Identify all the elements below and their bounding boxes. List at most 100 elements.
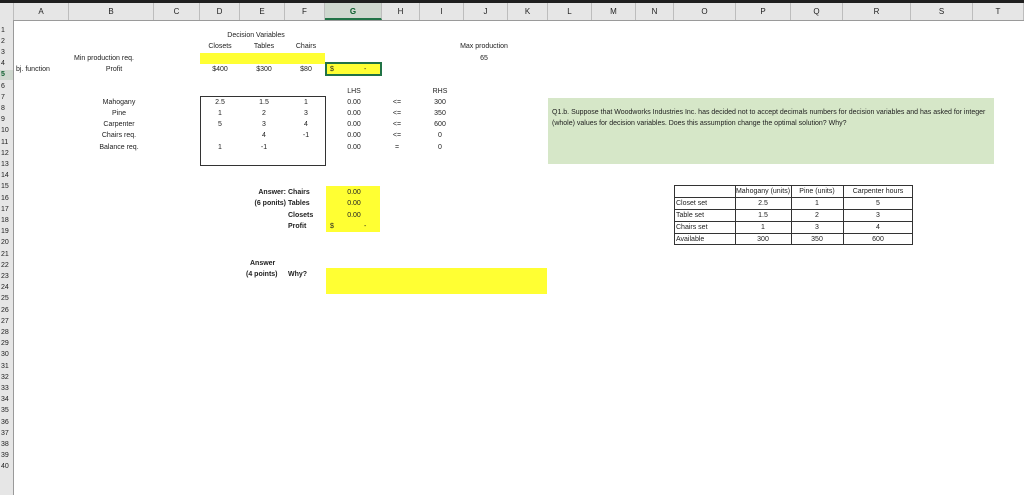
coef-closets: 2.5 — [215, 99, 225, 106]
column-header-s[interactable]: S — [911, 3, 973, 20]
row-header[interactable]: 25 — [0, 294, 13, 304]
column-header-p[interactable]: P — [736, 3, 791, 20]
table-cell: 600 — [872, 236, 884, 243]
sheet-grid[interactable]: Decision Variables Closets Tables Chairs… — [14, 21, 1024, 495]
row-header[interactable]: 21 — [0, 250, 13, 260]
row-header[interactable]: 1 — [0, 26, 13, 36]
column-header-o[interactable]: O — [674, 3, 736, 20]
constraint-sign: <= — [392, 121, 402, 128]
table-row-label: Table set — [676, 212, 705, 219]
objective-dollar: $ — [330, 66, 334, 73]
answer-profit-label: Profit — [288, 223, 307, 230]
row-header[interactable]: 40 — [0, 462, 13, 472]
column-header-h[interactable]: H — [382, 3, 420, 20]
column-header-f[interactable]: F — [285, 3, 325, 20]
row-header[interactable]: 22 — [0, 261, 13, 271]
row-header[interactable]: 6 — [0, 82, 13, 92]
min-production-input[interactable] — [200, 53, 325, 64]
row-header[interactable]: 7 — [0, 93, 13, 103]
row-header[interactable]: 26 — [0, 306, 13, 316]
row-header[interactable]: 3 — [0, 48, 13, 58]
row-header[interactable]: 12 — [0, 149, 13, 159]
coef-tables: 4 — [262, 132, 266, 139]
table-header: Mahogany (units) — [735, 188, 791, 195]
points-4-label: (4 points) — [246, 271, 278, 278]
price-closets: $400 — [212, 66, 228, 73]
row-header[interactable]: 34 — [0, 395, 13, 405]
row-header[interactable]: 8 — [0, 104, 13, 114]
column-header-n[interactable]: N — [636, 3, 674, 20]
column-header-q[interactable]: Q — [791, 3, 843, 20]
row-header[interactable]: 37 — [0, 429, 13, 439]
row-header[interactable]: 14 — [0, 171, 13, 181]
column-header-i[interactable]: I — [420, 3, 464, 20]
column-header-l[interactable]: L — [548, 3, 592, 20]
table-cell: 3 — [876, 212, 880, 219]
row-header[interactable]: 9 — [0, 115, 13, 125]
column-header-r[interactable]: R — [843, 3, 911, 20]
row-header[interactable]: 13 — [0, 160, 13, 170]
row-header[interactable]: 15 — [0, 182, 13, 192]
row-header[interactable]: 28 — [0, 328, 13, 338]
objective-function-label: bj. function — [16, 66, 50, 73]
column-header-t[interactable]: T — [973, 3, 1024, 20]
profit-label: Profit — [105, 66, 123, 73]
max-production-label: Max production — [460, 43, 508, 50]
row-header[interactable]: 32 — [0, 373, 13, 383]
column-header-c[interactable]: C — [154, 3, 200, 20]
row-header[interactable]: 30 — [0, 350, 13, 360]
row-header[interactable]: 38 — [0, 440, 13, 450]
lhs-header: LHS — [347, 88, 361, 95]
why-answer-input[interactable] — [326, 268, 547, 294]
coef-closets: 1 — [218, 110, 222, 117]
constraint-lhs: 0.00 — [347, 99, 361, 106]
row-header-bar: 1 2 3 4 5 6 7 8 9 10 11 12 13 14 15 16 1… — [0, 20, 14, 495]
row-header[interactable]: 29 — [0, 339, 13, 349]
answer-closets-value: 0.00 — [347, 212, 361, 219]
row-header[interactable]: 17 — [0, 205, 13, 215]
table-header: Carpenter hours — [852, 188, 904, 195]
row-header[interactable]: 20 — [0, 238, 13, 248]
rhs-header: RHS — [432, 88, 448, 95]
row-header[interactable]: 10 — [0, 126, 13, 136]
constraint-lhs: 0.00 — [347, 144, 361, 151]
constraint-lhs: 0.00 — [347, 110, 361, 117]
min-production-label: Min production req. — [74, 55, 134, 62]
header-chairs: Chairs — [295, 43, 317, 50]
table-row-label: Chairs set — [676, 224, 708, 231]
column-header-a[interactable]: A — [14, 3, 69, 20]
answer-chairs-value: 0.00 — [347, 189, 361, 196]
row-header[interactable]: 39 — [0, 451, 13, 461]
price-chairs: $80 — [300, 66, 312, 73]
row-header[interactable]: 36 — [0, 418, 13, 428]
row-header[interactable]: 31 — [0, 362, 13, 372]
row-header[interactable]: 16 — [0, 194, 13, 204]
row-header[interactable]: 24 — [0, 283, 13, 293]
select-all-corner[interactable] — [0, 3, 14, 20]
column-header-g[interactable]: G — [325, 3, 382, 20]
row-header[interactable]: 33 — [0, 384, 13, 394]
table-divider — [674, 233, 913, 234]
row-header[interactable]: 18 — [0, 216, 13, 226]
constraint-sign: <= — [392, 132, 402, 139]
coef-closets: 1 — [218, 144, 222, 151]
column-header-j[interactable]: J — [464, 3, 508, 20]
column-header-m[interactable]: M — [592, 3, 636, 20]
answer2-label: Answer — [250, 260, 276, 267]
table-cell: 4 — [876, 224, 880, 231]
row-header[interactable]: 5 — [0, 70, 13, 80]
column-header-d[interactable]: D — [200, 3, 240, 20]
row-header[interactable]: 2 — [0, 37, 13, 47]
row-header[interactable]: 4 — [0, 59, 13, 69]
row-header[interactable]: 11 — [0, 138, 13, 148]
column-header-k[interactable]: K — [508, 3, 548, 20]
row-header[interactable]: 19 — [0, 227, 13, 237]
row-header[interactable]: 23 — [0, 272, 13, 282]
row-header[interactable]: 35 — [0, 406, 13, 416]
row-header[interactable]: 27 — [0, 317, 13, 327]
column-header-b[interactable]: B — [69, 3, 154, 20]
answer-chairs-label: Chairs — [288, 189, 310, 196]
why-label: Why? — [288, 271, 308, 278]
table-row-label: Closet set — [676, 200, 708, 207]
column-header-e[interactable]: E — [240, 3, 285, 20]
